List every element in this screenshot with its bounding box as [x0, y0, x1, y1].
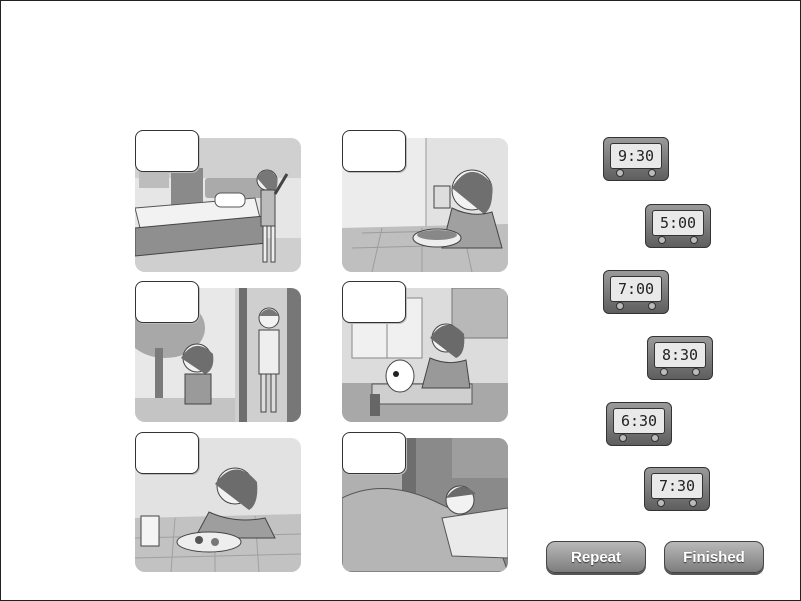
clock-card[interactable]: 7:30: [644, 467, 710, 511]
clock-foot: [648, 302, 656, 310]
clock-foot: [657, 499, 665, 507]
time-dropbox-4[interactable]: [342, 281, 406, 323]
clock-card[interactable]: 7:00: [603, 270, 669, 314]
time-dropbox-3[interactable]: [135, 281, 199, 323]
time-dropbox-1[interactable]: [135, 130, 199, 172]
clock-time: 5:00: [652, 210, 704, 236]
clock-foot: [690, 236, 698, 244]
clock-time: 7:00: [610, 276, 662, 302]
clock-foot: [619, 434, 627, 442]
finished-button[interactable]: Finished: [664, 541, 764, 573]
time-dropbox-5[interactable]: [135, 432, 199, 474]
clock-foot: [616, 302, 624, 310]
clock-foot: [658, 236, 666, 244]
clock-card[interactable]: 6:30: [606, 402, 672, 446]
clock-foot: [692, 368, 700, 376]
clock-card[interactable]: 9:30: [603, 137, 669, 181]
clock-foot: [689, 499, 697, 507]
time-dropbox-2[interactable]: [342, 130, 406, 172]
clock-time: 6:30: [613, 408, 665, 434]
clock-foot: [648, 169, 656, 177]
repeat-button[interactable]: Repeat: [546, 541, 646, 573]
clock-foot: [660, 368, 668, 376]
clock-time: 9:30: [610, 143, 662, 169]
clock-time: 8:30: [654, 342, 706, 368]
clock-time: 7:30: [651, 473, 703, 499]
time-dropbox-6[interactable]: [342, 432, 406, 474]
clock-foot: [651, 434, 659, 442]
clock-card[interactable]: 5:00: [645, 204, 711, 248]
clock-foot: [616, 169, 624, 177]
clock-card[interactable]: 8:30: [647, 336, 713, 380]
